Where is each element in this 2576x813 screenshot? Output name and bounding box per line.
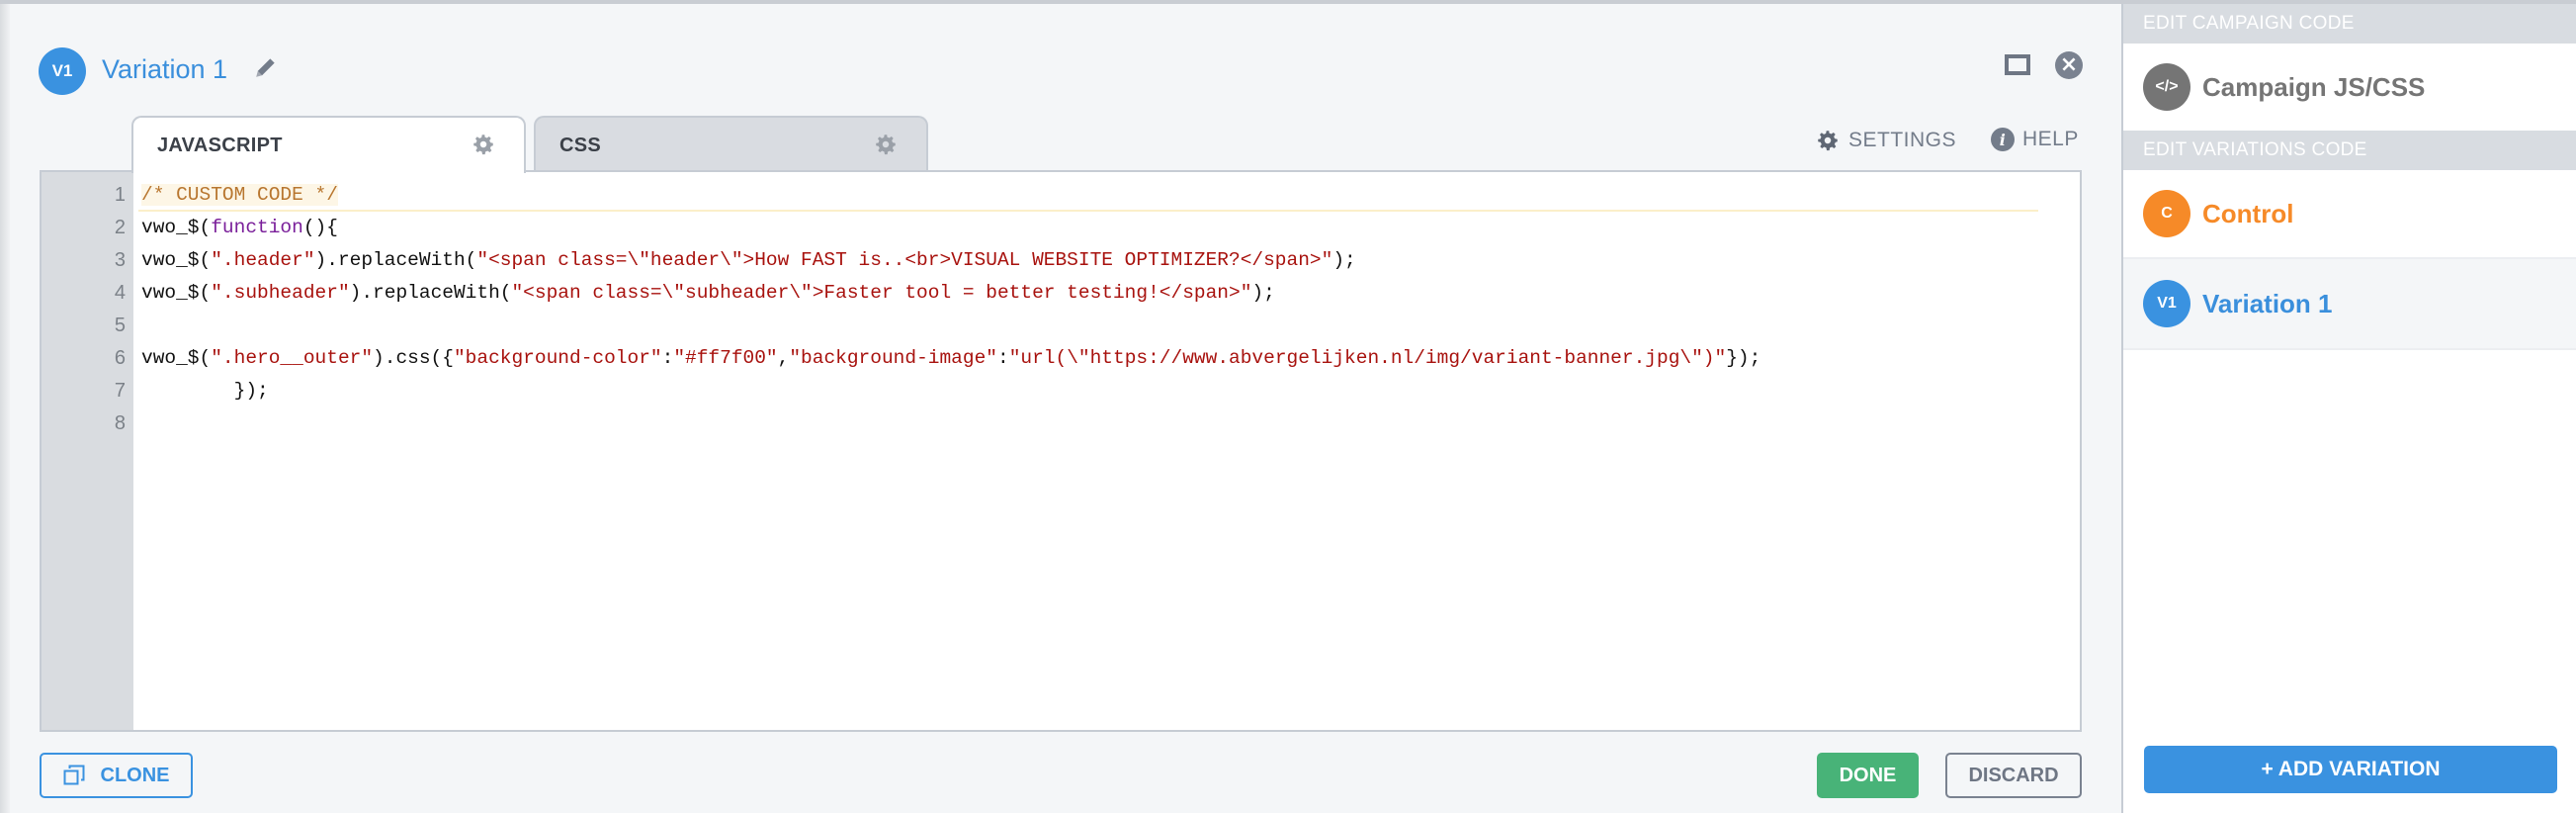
code-token-str: "url(\"https://www.abvergelijken.nl/img/… — [1008, 347, 1727, 369]
code-token-str: "<span class=\"header\">How FAST is..<br… — [476, 249, 1333, 271]
code-token-plain: }); — [1726, 347, 1761, 369]
tab-label: JAVASCRIPT — [157, 135, 283, 156]
settings-button[interactable]: SETTINGS — [1815, 128, 1956, 153]
variations-code-header: EDIT VARIATIONS CODE — [2123, 131, 2576, 170]
code-token-kw: function — [211, 217, 303, 238]
code-token-plain: : — [996, 347, 1009, 369]
done-button[interactable]: DONE — [1817, 753, 1919, 798]
pencil-icon[interactable] — [253, 54, 279, 80]
code-token-plain: }); — [141, 380, 269, 402]
gear-icon[interactable] — [873, 132, 899, 157]
sidebar-item-label: Control — [2202, 198, 2294, 228]
code-token-str: "background-color" — [453, 347, 662, 369]
discard-button[interactable]: DISCARD — [1945, 753, 2082, 798]
code-token-plain: vwo_$( — [141, 347, 212, 369]
control-avatar: C — [2143, 190, 2190, 237]
gear-icon[interactable] — [471, 132, 496, 157]
active-line-highlight — [138, 182, 2038, 212]
code-token-str: ".hero__outer" — [211, 347, 374, 369]
info-icon: i — [1991, 128, 2015, 151]
maximize-icon[interactable] — [2005, 54, 2030, 75]
variation-avatar: V1 — [39, 47, 86, 95]
code-token-plain: ).css({ — [373, 347, 454, 369]
sidebar-item-campaign-js-css[interactable]: </> Campaign JS/CSS — [2123, 44, 2576, 131]
help-label: HELP — [2022, 128, 2079, 150]
code-token-plain: , — [777, 347, 790, 369]
code-token-plain: (){ — [302, 217, 338, 238]
code-line[interactable]: /* CUSTOM CODE */ — [141, 184, 338, 206]
add-variation-button[interactable]: + ADD VARIATION — [2144, 746, 2557, 793]
code-line[interactable]: vwo_$(function(){ — [141, 217, 338, 238]
tab-javascript[interactable]: JAVASCRIPT — [131, 116, 526, 173]
line-number: 3 — [114, 249, 126, 271]
sidebar-item-label: Campaign JS/CSS — [2202, 71, 2426, 102]
code-token-plain: : — [661, 347, 674, 369]
sidebar-item-control[interactable]: C Control — [2123, 170, 2576, 259]
copy-icon — [63, 765, 84, 785]
code-token-str: ".header" — [211, 249, 315, 271]
code-editor-panel: V1 Variation 1 × JAVASCRIPT CSS SETTINGS… — [0, 4, 2121, 813]
code-token-plain: vwo_$( — [141, 217, 212, 238]
line-number: 1 — [114, 184, 126, 206]
variation-title: Variation 1 — [102, 54, 228, 84]
code-token-plain: ).replaceWith( — [349, 282, 512, 304]
code-line[interactable]: vwo_$(".header").replaceWith("<span clas… — [141, 249, 1356, 271]
code-token-plain: vwo_$( — [141, 249, 212, 271]
line-number: 8 — [114, 412, 126, 434]
line-number: 2 — [114, 217, 126, 238]
gear-icon — [1818, 131, 1838, 151]
tab-label: CSS — [559, 135, 602, 156]
code-token-str: "background-image" — [789, 347, 997, 369]
line-number: 4 — [114, 282, 126, 304]
campaign-code-header: EDIT CAMPAIGN CODE — [2123, 4, 2576, 44]
clone-label: CLONE — [100, 764, 170, 786]
code-token-plain: ); — [1251, 282, 1275, 304]
code-token-str: ".subheader" — [211, 282, 350, 304]
line-number-gutter: 1 2 3 4 5 6 7 8 — [42, 172, 133, 730]
help-button[interactable]: i HELP — [1991, 128, 2079, 151]
line-number: 5 — [114, 315, 126, 336]
tab-css[interactable]: CSS — [534, 116, 928, 171]
code-editor[interactable]: 12345678 /* CUSTOM CODE */vwo_$(function… — [40, 170, 2082, 732]
code-token-str: "#ff7f00" — [673, 347, 778, 369]
code-line[interactable]: }); — [141, 380, 269, 402]
code-token-comment: /* CUSTOM CODE */ — [141, 184, 338, 206]
line-number: 7 — [114, 380, 126, 402]
code-token-plain: vwo_$( — [141, 282, 212, 304]
clone-button[interactable]: CLONE — [40, 753, 193, 798]
line-number: 6 — [114, 347, 126, 369]
code-line[interactable]: vwo_$(".hero__outer").css({"background-c… — [141, 347, 1760, 369]
close-icon[interactable]: × — [2055, 51, 2083, 79]
sidebar-item-variation-1[interactable]: V1 Variation 1 — [2123, 259, 2576, 350]
variation-avatar: V1 — [2143, 280, 2190, 327]
code-line[interactable]: vwo_$(".subheader").replaceWith("<span c… — [141, 282, 1275, 304]
variations-sidebar: EDIT CAMPAIGN CODE </> Campaign JS/CSS E… — [2121, 4, 2576, 813]
code-token-str: "<span class=\"subheader\">Faster tool =… — [511, 282, 1252, 304]
code-icon: </> — [2143, 63, 2190, 111]
settings-label: SETTINGS — [1848, 129, 1957, 151]
code-token-plain: ); — [1332, 249, 1356, 271]
sidebar-item-label: Variation 1 — [2202, 288, 2333, 318]
code-token-plain: ).replaceWith( — [314, 249, 477, 271]
